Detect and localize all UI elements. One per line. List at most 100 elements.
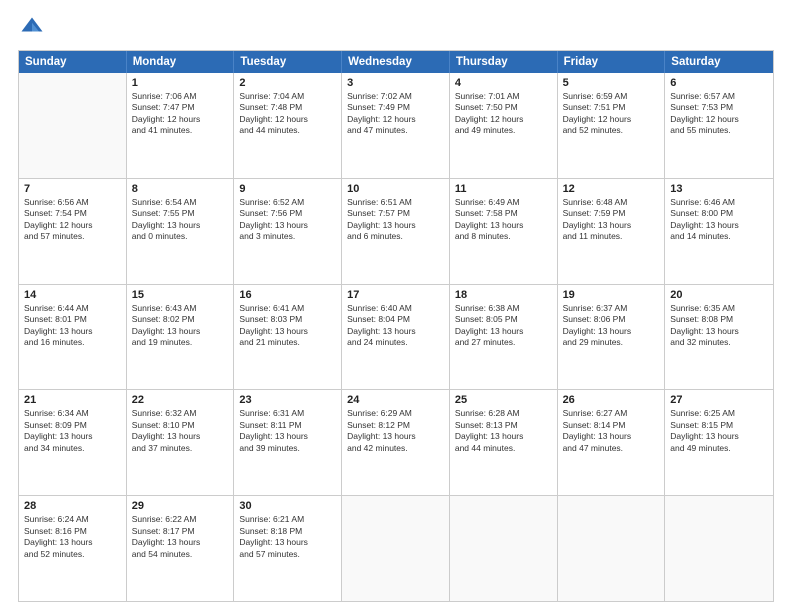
day-detail: Sunrise: 6:21 AM Sunset: 8:18 PM Dayligh…	[239, 514, 336, 560]
day-number: 9	[239, 183, 336, 195]
day-cell-19: 19 Sunrise: 6:37 AM Sunset: 8:06 PM Dayli…	[558, 285, 666, 390]
day-cell-25: 25 Sunrise: 6:28 AM Sunset: 8:13 PM Dayli…	[450, 390, 558, 495]
day-number: 11	[455, 183, 552, 195]
day-detail: Sunrise: 6:51 AM Sunset: 7:57 PM Dayligh…	[347, 197, 444, 243]
day-number: 29	[132, 500, 229, 512]
day-cell-20: 20 Sunrise: 6:35 AM Sunset: 8:08 PM Dayli…	[665, 285, 773, 390]
calendar: SundayMondayTuesdayWednesdayThursdayFrid…	[18, 50, 774, 602]
day-cell-17: 17 Sunrise: 6:40 AM Sunset: 8:04 PM Dayli…	[342, 285, 450, 390]
day-number: 16	[239, 289, 336, 301]
day-cell-empty	[342, 496, 450, 601]
day-cell-18: 18Sunrise: 6:38 AM Sunset: 8:05 PM Dayli…	[450, 285, 558, 390]
day-cell-15: 15Sunrise: 6:43 AM Sunset: 8:02 PM Dayli…	[127, 285, 235, 390]
header-day-monday: Monday	[127, 51, 235, 73]
day-number: 24	[347, 394, 444, 406]
day-cell-2: 2Sunrise: 7:04 AM Sunset: 7:48 PM Daylig…	[234, 73, 342, 178]
day-cell-8: 8 Sunrise: 6:54 AM Sunset: 7:55 PM Daylig…	[127, 179, 235, 284]
day-cell-6: 6 Sunrise: 6:57 AM Sunset: 7:53 PM Daylig…	[665, 73, 773, 178]
day-detail: Sunrise: 6:32 AM Sunset: 8:10 PM Dayligh…	[132, 408, 229, 454]
logo	[18, 14, 50, 42]
day-cell-12: 12 Sunrise: 6:48 AM Sunset: 7:59 PM Dayli…	[558, 179, 666, 284]
day-cell-24: 24 Sunrise: 6:29 AM Sunset: 8:12 PM Dayli…	[342, 390, 450, 495]
header-day-thursday: Thursday	[450, 51, 558, 73]
day-detail: Sunrise: 7:01 AM Sunset: 7:50 PM Dayligh…	[455, 91, 552, 137]
day-number: 10	[347, 183, 444, 195]
logo-icon	[18, 14, 46, 42]
day-number: 21	[24, 394, 121, 406]
day-cell-11: 11Sunrise: 6:49 AM Sunset: 7:58 PM Dayli…	[450, 179, 558, 284]
day-cell-30: 30 Sunrise: 6:21 AM Sunset: 8:18 PM Dayli…	[234, 496, 342, 601]
header-day-tuesday: Tuesday	[234, 51, 342, 73]
day-number: 1	[132, 77, 229, 89]
day-cell-28: 28 Sunrise: 6:24 AM Sunset: 8:16 PM Dayli…	[19, 496, 127, 601]
day-number: 25	[455, 394, 552, 406]
day-number: 20	[670, 289, 768, 301]
day-detail: Sunrise: 7:02 AM Sunset: 7:49 PM Dayligh…	[347, 91, 444, 137]
calendar-row-4: 21 Sunrise: 6:34 AM Sunset: 8:09 PM Dayli…	[19, 389, 773, 495]
day-cell-14: 14 Sunrise: 6:44 AM Sunset: 8:01 PM Dayli…	[19, 285, 127, 390]
day-detail: Sunrise: 6:34 AM Sunset: 8:09 PM Dayligh…	[24, 408, 121, 454]
day-detail: Sunrise: 6:52 AM Sunset: 7:56 PM Dayligh…	[239, 197, 336, 243]
day-detail: Sunrise: 6:31 AM Sunset: 8:11 PM Dayligh…	[239, 408, 336, 454]
day-cell-empty	[450, 496, 558, 601]
day-number: 7	[24, 183, 121, 195]
day-cell-1: 1 Sunrise: 7:06 AM Sunset: 7:47 PM Daylig…	[127, 73, 235, 178]
day-cell-23: 23Sunrise: 6:31 AM Sunset: 8:11 PM Dayli…	[234, 390, 342, 495]
day-number: 28	[24, 500, 121, 512]
day-cell-3: 3 Sunrise: 7:02 AM Sunset: 7:49 PM Daylig…	[342, 73, 450, 178]
day-detail: Sunrise: 6:27 AM Sunset: 8:14 PM Dayligh…	[563, 408, 660, 454]
day-cell-5: 5 Sunrise: 6:59 AM Sunset: 7:51 PM Daylig…	[558, 73, 666, 178]
day-detail: Sunrise: 6:48 AM Sunset: 7:59 PM Dayligh…	[563, 197, 660, 243]
header-day-wednesday: Wednesday	[342, 51, 450, 73]
day-cell-22: 22Sunrise: 6:32 AM Sunset: 8:10 PM Dayli…	[127, 390, 235, 495]
day-detail: Sunrise: 6:35 AM Sunset: 8:08 PM Dayligh…	[670, 303, 768, 349]
day-cell-empty	[558, 496, 666, 601]
day-detail: Sunrise: 6:40 AM Sunset: 8:04 PM Dayligh…	[347, 303, 444, 349]
day-detail: Sunrise: 6:22 AM Sunset: 8:17 PM Dayligh…	[132, 514, 229, 560]
day-detail: Sunrise: 6:56 AM Sunset: 7:54 PM Dayligh…	[24, 197, 121, 243]
day-number: 26	[563, 394, 660, 406]
day-detail: Sunrise: 6:25 AM Sunset: 8:15 PM Dayligh…	[670, 408, 768, 454]
day-cell-4: 4 Sunrise: 7:01 AM Sunset: 7:50 PM Daylig…	[450, 73, 558, 178]
day-detail: Sunrise: 6:44 AM Sunset: 8:01 PM Dayligh…	[24, 303, 121, 349]
day-detail: Sunrise: 6:41 AM Sunset: 8:03 PM Dayligh…	[239, 303, 336, 349]
day-detail: Sunrise: 6:54 AM Sunset: 7:55 PM Dayligh…	[132, 197, 229, 243]
day-number: 30	[239, 500, 336, 512]
calendar-row-3: 14 Sunrise: 6:44 AM Sunset: 8:01 PM Dayli…	[19, 284, 773, 390]
calendar-row-1: 1 Sunrise: 7:06 AM Sunset: 7:47 PM Daylig…	[19, 73, 773, 178]
day-detail: Sunrise: 6:24 AM Sunset: 8:16 PM Dayligh…	[24, 514, 121, 560]
day-detail: Sunrise: 6:28 AM Sunset: 8:13 PM Dayligh…	[455, 408, 552, 454]
day-cell-29: 29 Sunrise: 6:22 AM Sunset: 8:17 PM Dayli…	[127, 496, 235, 601]
day-number: 19	[563, 289, 660, 301]
calendar-row-5: 28 Sunrise: 6:24 AM Sunset: 8:16 PM Dayli…	[19, 495, 773, 601]
day-cell-empty	[19, 73, 127, 178]
day-number: 15	[132, 289, 229, 301]
day-number: 6	[670, 77, 768, 89]
day-number: 17	[347, 289, 444, 301]
day-number: 27	[670, 394, 768, 406]
day-number: 5	[563, 77, 660, 89]
day-number: 13	[670, 183, 768, 195]
page: SundayMondayTuesdayWednesdayThursdayFrid…	[0, 0, 792, 612]
header-day-saturday: Saturday	[665, 51, 773, 73]
header	[18, 14, 774, 42]
header-day-sunday: Sunday	[19, 51, 127, 73]
day-cell-21: 21 Sunrise: 6:34 AM Sunset: 8:09 PM Dayli…	[19, 390, 127, 495]
calendar-body: 1 Sunrise: 7:06 AM Sunset: 7:47 PM Daylig…	[19, 73, 773, 601]
day-number: 12	[563, 183, 660, 195]
day-detail: Sunrise: 7:06 AM Sunset: 7:47 PM Dayligh…	[132, 91, 229, 137]
day-number: 14	[24, 289, 121, 301]
day-cell-10: 10 Sunrise: 6:51 AM Sunset: 7:57 PM Dayli…	[342, 179, 450, 284]
day-cell-26: 26 Sunrise: 6:27 AM Sunset: 8:14 PM Dayli…	[558, 390, 666, 495]
day-detail: Sunrise: 6:59 AM Sunset: 7:51 PM Dayligh…	[563, 91, 660, 137]
day-detail: Sunrise: 6:37 AM Sunset: 8:06 PM Dayligh…	[563, 303, 660, 349]
day-number: 3	[347, 77, 444, 89]
day-detail: Sunrise: 6:29 AM Sunset: 8:12 PM Dayligh…	[347, 408, 444, 454]
day-number: 4	[455, 77, 552, 89]
day-detail: Sunrise: 7:04 AM Sunset: 7:48 PM Dayligh…	[239, 91, 336, 137]
header-day-friday: Friday	[558, 51, 666, 73]
calendar-row-2: 7 Sunrise: 6:56 AM Sunset: 7:54 PM Daylig…	[19, 178, 773, 284]
day-number: 8	[132, 183, 229, 195]
day-detail: Sunrise: 6:57 AM Sunset: 7:53 PM Dayligh…	[670, 91, 768, 137]
calendar-header: SundayMondayTuesdayWednesdayThursdayFrid…	[19, 51, 773, 73]
